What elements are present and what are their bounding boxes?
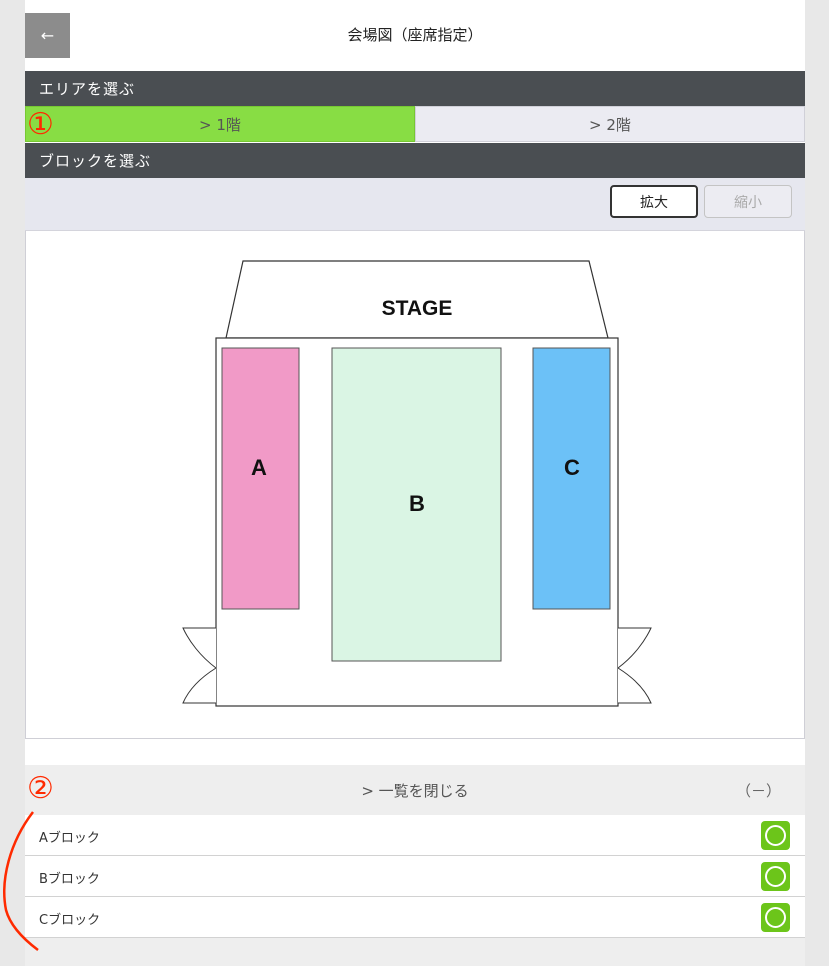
left-balcony-lower (182, 667, 217, 704)
area-tabs: > 1階 > 2階 (25, 106, 805, 142)
block-c-label: C (564, 455, 580, 480)
right-balcony-upper (617, 627, 652, 669)
block-section-header: ブロックを選ぶ (25, 143, 805, 179)
block-list-item-c[interactable]: Cブロック (25, 897, 805, 938)
right-balcony-lower (617, 667, 652, 704)
available-circle-icon (761, 821, 790, 850)
page-container: ← 会場図（座席指定） エリアを選ぶ > 1階 > 2階 ブロックを選ぶ 拡大 … (25, 0, 805, 966)
footer-strip (25, 938, 805, 966)
close-list-toggle[interactable]: > 一覧を閉じる （－） (25, 765, 805, 815)
left-balcony-upper (182, 627, 217, 669)
available-circle-icon (761, 903, 790, 932)
close-list-label: > 一覧を閉じる (361, 781, 469, 800)
block-a-label: A (251, 455, 267, 480)
area-section-header: エリアを選ぶ (25, 71, 805, 107)
block-list-item-b[interactable]: Bブロック (25, 856, 805, 897)
annotation-bracket (3, 811, 39, 951)
zoom-toolbar: 拡大 縮小 (25, 178, 805, 231)
zoom-out-button[interactable]: 縮小 (704, 185, 792, 218)
zoom-in-button[interactable]: 拡大 (610, 185, 698, 218)
tab-floor-1[interactable]: > 1階 (25, 106, 415, 142)
block-list-item-a[interactable]: Aブロック (25, 815, 805, 856)
block-b-label: B (409, 491, 425, 516)
tab-floor-2[interactable]: > 2階 (415, 106, 805, 142)
page-title: 会場図（座席指定） (347, 26, 483, 44)
tab-label: > 1階 (199, 115, 241, 134)
collapse-indicator: （－） (735, 782, 781, 800)
tab-label: > 2階 (589, 115, 631, 134)
seat-map: STAGE A B C (25, 231, 805, 739)
available-circle-icon (761, 862, 790, 891)
stage-label: STAGE (382, 297, 453, 320)
